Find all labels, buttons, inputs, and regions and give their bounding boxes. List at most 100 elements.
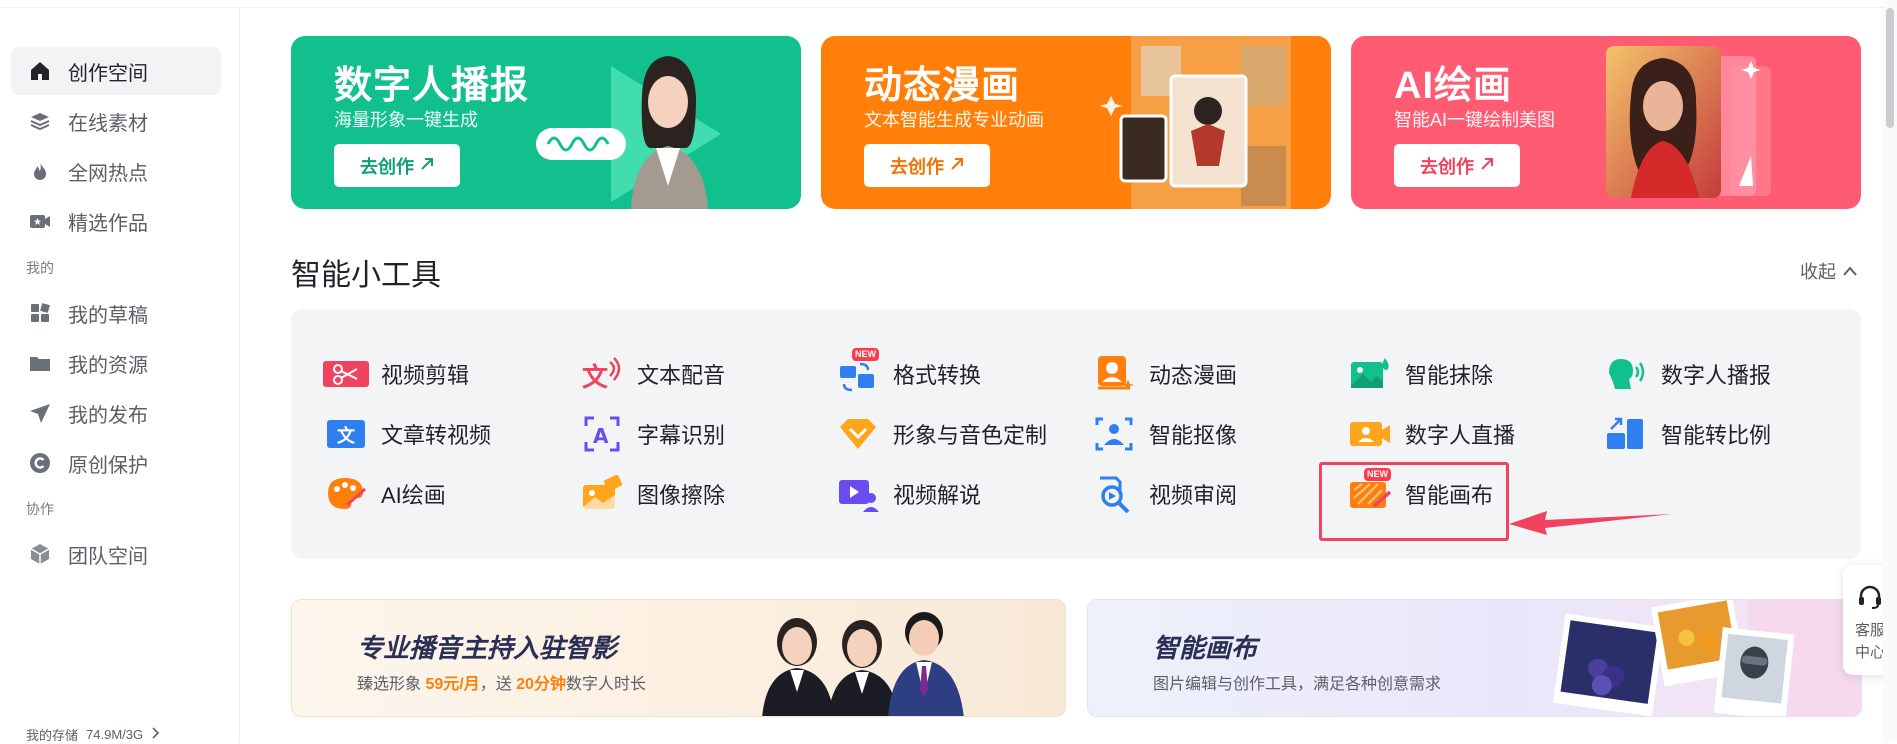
presenter-illustration: [536, 56, 721, 209]
digital-human-icon: [1603, 354, 1649, 394]
highlight-box: [1319, 462, 1509, 541]
article-video-icon: 文: [323, 414, 369, 454]
home-icon: [28, 59, 52, 83]
tool-label: 视频剪辑: [381, 363, 470, 388]
tool-video-narration[interactable]: 视频解说: [835, 469, 981, 519]
tool-label: 图像擦除: [637, 483, 726, 508]
storage-label: 我的存储: [26, 728, 79, 743]
tool-label: 格式转换: [893, 363, 982, 388]
tool-label: 文章转视频: [381, 423, 492, 448]
cube-icon: [28, 542, 52, 566]
sidebar-item-drafts[interactable]: 我的草稿: [11, 289, 221, 337]
scrollbar-thumb[interactable]: [1886, 8, 1894, 128]
banner-dynamic-comic[interactable]: 动态漫画 文本智能生成专业动画 去创作: [821, 36, 1331, 209]
matting-icon: [1091, 414, 1137, 454]
video-narrate-icon: [835, 474, 881, 514]
create-button[interactable]: 去创作: [864, 144, 990, 187]
sidebar-item-label: 团队空间: [68, 545, 148, 568]
banner-subtitle: 文本智能生成专业动画: [864, 110, 1044, 130]
create-button-label: 去创作: [890, 156, 944, 177]
comic-illustration: [1101, 36, 1291, 209]
sidebar-item-label: 我的草稿: [68, 304, 148, 327]
comic-icon: [1091, 354, 1137, 394]
tool-label: 智能抹除: [1405, 363, 1494, 388]
svg-text:文: 文: [582, 362, 609, 392]
sidebar-item-featured-works[interactable]: 精选作品: [11, 197, 221, 245]
video-star-icon: [28, 209, 52, 233]
sidebar-item-copyright[interactable]: 原创保护: [11, 439, 221, 487]
promo-smart-canvas[interactable]: 智能画布 图片编辑与创作工具，满足各种创意需求: [1087, 599, 1862, 717]
promo-subtitle-mid: ，送: [479, 676, 517, 693]
sidebar-item-label: 原创保护: [68, 454, 148, 477]
scrollbar[interactable]: [1883, 0, 1897, 743]
svg-text:A: A: [593, 424, 609, 448]
chevron-up-icon: [1842, 261, 1858, 282]
tool-label: 动态漫画: [1149, 363, 1238, 388]
sidebar-item-creation-space[interactable]: 创作空间: [11, 47, 221, 95]
tool-avatar-voice-custom[interactable]: 形象与音色定制: [835, 409, 1047, 459]
promo-title: 智能画布: [1153, 633, 1258, 663]
tool-smart-matting[interactable]: 智能抠像: [1091, 409, 1237, 459]
sidebar-item-label: 精选作品: [68, 212, 148, 235]
tool-ai-painting[interactable]: AI绘画: [323, 469, 446, 519]
tool-label: AI绘画: [381, 483, 446, 508]
sidebar: 创作空间 在线素材 全网热点 精选作品 我的 我的草稿 我的资源 我的发布 原创…: [0, 8, 240, 743]
collapse-button[interactable]: 收起: [1800, 258, 1858, 284]
tool-format-convert[interactable]: NEW 格式转换: [835, 348, 982, 399]
banner-title: AI绘画: [1394, 65, 1513, 107]
sidebar-item-online-material[interactable]: 在线素材: [11, 97, 221, 145]
tool-digital-human-broadcast[interactable]: 数字人播报: [1603, 349, 1771, 399]
image-erase-icon: [579, 474, 625, 514]
text-voice-icon: 文: [579, 354, 625, 394]
create-button-label: 去创作: [360, 156, 414, 177]
promo-subtitle: 臻选形象 59元/月，送 20分钟数字人时长: [357, 670, 646, 694]
grid-icon: [28, 301, 52, 325]
smart-erase-icon: [1347, 354, 1393, 394]
sidebar-item-resources[interactable]: 我的资源: [11, 339, 221, 387]
tool-text-voice[interactable]: 文 文本配音: [579, 349, 725, 399]
tool-image-erase[interactable]: 图像擦除: [579, 469, 725, 519]
promo-subtitle-post: 数字人时长: [565, 676, 646, 693]
sidebar-item-label: 我的发布: [68, 404, 148, 427]
tool-label: 数字人直播: [1405, 423, 1516, 448]
tool-label: 视频解说: [893, 483, 982, 508]
tool-dynamic-comic[interactable]: 动态漫画: [1091, 349, 1237, 399]
banner-ai-painting[interactable]: AI绘画 智能AI一键绘制美图 去创作: [1351, 36, 1861, 209]
promo-minutes: 20分钟: [516, 676, 566, 693]
promo-title: 专业播音主持入驻智影: [357, 633, 618, 663]
top-bar: [0, 0, 1897, 8]
arrow-up-right-icon: [420, 155, 434, 176]
tool-video-edit[interactable]: 视频剪辑: [323, 349, 469, 399]
canvas-illustration: [1552, 600, 1861, 716]
banner-subtitle: 海量形象一键生成: [334, 110, 478, 130]
sidebar-item-label: 我的资源: [68, 354, 148, 377]
promo-broadcast-host[interactable]: 专业播音主持入驻智影 臻选形象 59元/月，送 20分钟数字人时长: [291, 599, 1066, 717]
sidebar-item-label: 在线素材: [68, 112, 148, 135]
svg-text:文: 文: [337, 425, 356, 447]
palette-icon: [323, 474, 369, 514]
sidebar-item-team-space[interactable]: 团队空间: [11, 530, 221, 578]
tool-article-to-video[interactable]: 文 文章转视频: [323, 409, 491, 459]
tool-smart-erase[interactable]: 智能抹除: [1347, 349, 1493, 399]
layers-icon: [28, 109, 52, 133]
headset-icon: [1857, 585, 1883, 614]
sidebar-item-label: 全网热点: [68, 162, 148, 185]
sidebar-item-hot-topics[interactable]: 全网热点: [11, 147, 221, 195]
create-button[interactable]: 去创作: [334, 144, 460, 187]
create-button[interactable]: 去创作: [1394, 144, 1520, 187]
ai-painting-illustration: [1606, 46, 1771, 198]
video-cut-icon: [323, 354, 369, 394]
tool-smart-ratio[interactable]: 智能转比例: [1603, 409, 1771, 459]
ratio-icon: [1603, 414, 1649, 454]
section-label-collab: 协作: [26, 501, 54, 517]
tool-label: 文本配音: [637, 363, 726, 388]
tool-label: 智能转比例: [1661, 423, 1772, 448]
banner-digital-human[interactable]: 数字人播报 海量形象一键生成 去创作: [291, 36, 801, 209]
pointer-arrow: [1509, 511, 1672, 535]
sidebar-item-publish[interactable]: 我的发布: [11, 389, 221, 437]
storage-info[interactable]: 我的存储 74.9M/3G: [26, 725, 161, 744]
tool-digital-human-live[interactable]: 数字人直播: [1347, 409, 1515, 459]
tool-video-review[interactable]: 视频审阅: [1091, 469, 1237, 519]
section-label-mine: 我的: [26, 260, 54, 276]
tool-subtitle-recognition[interactable]: A 字幕识别: [579, 409, 725, 459]
